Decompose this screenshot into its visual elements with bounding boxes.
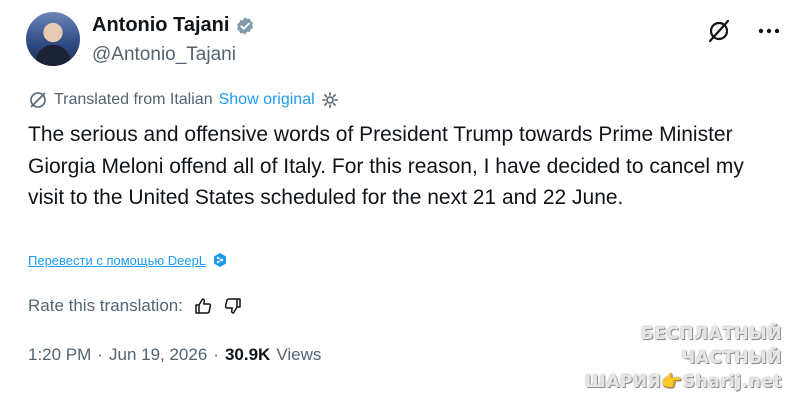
show-original-link[interactable]: Show original (219, 91, 315, 109)
verified-badge-icon (235, 16, 255, 36)
avatar[interactable] (26, 12, 80, 66)
tweet-meta: 1:20 PM · Jun 19, 2026 · 30.9K Views (28, 345, 321, 365)
watermark: БЕСПЛАТНЫЙ ЧАСТНЫЙ ШАРИЯ👉Sharij.net (566, 322, 782, 394)
author-name-row: Antonio Tajani (92, 14, 255, 37)
author-handle[interactable]: @Antonio_Tajani (92, 44, 236, 66)
tweet-body: The serious and offensive words of Presi… (28, 123, 744, 209)
views-count: 30.9K (224, 345, 271, 364)
thumbs-down-icon[interactable] (223, 296, 243, 316)
tweet-time[interactable]: 1:20 PM (28, 345, 91, 365)
thumbs-up-icon[interactable] (193, 296, 213, 316)
deepl-translate-link[interactable]: Перевести с помощью DeepL (28, 253, 206, 268)
deepl-icon[interactable] (212, 252, 228, 268)
more-icon[interactable] (756, 18, 782, 44)
watermark-line-2: ШАРИЯ👉Sharij.net (584, 372, 782, 392)
meta-separator: · (97, 345, 103, 364)
rate-translation-label: Rate this translation: (28, 296, 183, 315)
translate-globe-icon (28, 90, 48, 110)
watermark-line-1: БЕСПЛАТНЫЙ ЧАСТНЫЙ (640, 324, 782, 368)
views-label: Views (276, 345, 322, 364)
translated-from-label: Translated from Italian (54, 91, 213, 108)
tweet-header: Antonio Tajani @Antonio_Tajani (26, 12, 782, 72)
header-actions (706, 18, 782, 44)
author-name[interactable]: Antonio Tajani (92, 14, 229, 37)
deepl-row: Перевести с помощью DeepL (28, 252, 228, 268)
rate-translation-row: Rate this translation: (28, 296, 243, 316)
settings-icon[interactable] (321, 91, 339, 109)
meta-separator: · (213, 345, 219, 364)
grok-icon[interactable] (706, 18, 732, 44)
translation-bar: Translated from Italian Show original (28, 90, 339, 110)
tweet-date[interactable]: Jun 19, 2026 (109, 345, 207, 365)
